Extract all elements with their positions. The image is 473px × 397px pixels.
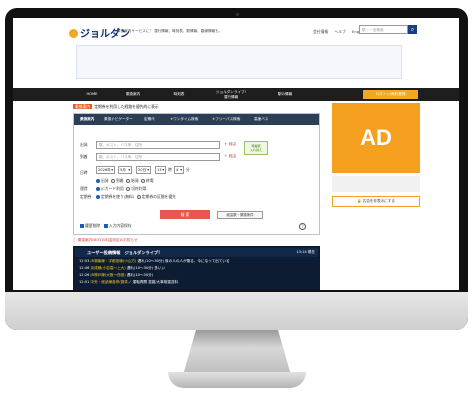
history-controls: 履歴削除 入力内容保存 [80,223,132,229]
year-select[interactable]: 2026年 [96,166,115,174]
radio-use-commuter[interactable] [96,195,100,199]
history-checkbox[interactable] [80,224,84,228]
fare-revision-link[interactable]: ⓘ 乗換案内NEXTの料金改定のお知らせ [73,238,138,243]
nav-station-info[interactable]: 駅の情報 [263,88,307,101]
site-tagline: 乗換案内サービスに！ 運行情報、時刻表、駅情報、路線情報も。 [117,29,223,33]
tab-commuter-fare[interactable]: 定期代 [144,114,155,125]
commuter-radios: 定期券を使う(無料) 定期券の区間を優先 [96,194,176,200]
news-item[interactable]: 12:26 JR神戸線(大阪～西宮) 遅れ(10～30分) [79,273,153,278]
commuter-label: 定期券 [80,194,92,199]
help-icon[interactable]: ? [299,223,306,230]
route-search-form: 乗換案内 乗換ナビゲーター 定期代 ★ワンタイム検索 ★フリーパス検索 高速バス… [73,113,320,235]
day-select[interactable]: 20日 [136,166,151,174]
search-button[interactable]: 検 索 [160,210,210,219]
to-via-link[interactable]: ＋ 経由 [224,154,236,159]
nav-timetable[interactable]: 時刻表 [159,88,199,101]
detail-conditions-button[interactable]: 経由駅・乗換条件 [217,211,263,219]
webcam [236,13,239,16]
radio-departure[interactable] [96,179,100,183]
tab-onetime[interactable]: ★ワンタイム検索 [170,114,198,125]
to-input[interactable]: 駅、ポスト、バス停、住所 [96,153,220,161]
news-time: 13:14 現在 [296,250,315,254]
to-label: 到着 [80,154,88,159]
notice-text[interactable]: 定期券を利用した経路を優先的に表示 [94,104,159,109]
notice-bar: 乗換案内 定期券を利用した経路を優先的に表示 [73,103,323,110]
radio-first-train[interactable] [126,179,131,183]
save-input-checkbox[interactable] [103,224,108,228]
news-header: ユーザー投稿情報 ジョルダンライブ! 13:14 現在 [75,248,318,257]
live-news-panel: ユーザー投稿情報 ジョルダンライブ! 13:14 現在 12:53 JR湘南線・… [73,246,320,290]
time-type-radios: 出発 到着 始発 終電 [96,178,154,184]
monitor-base [168,372,306,388]
minute-select[interactable]: 4 [174,166,184,174]
company-link[interactable]: 会社情報 [313,29,328,34]
login-button[interactable]: ログイン/無料登録 [363,90,418,99]
radio-ic-card[interactable] [96,187,100,191]
swap-stations-button[interactable]: 発着駅 入れ替え [244,141,268,155]
news-item[interactable]: 12:46 京成線(小岩高～上大) 遅れ(10～30分) 多いい [79,266,165,271]
site-search-input[interactable]: 駅・一言検索 [359,25,408,34]
search-icon[interactable]: ⌕ [408,25,417,34]
hour-unit: 時 [168,167,172,172]
news-item[interactable]: 12:01 中央・総武線各停(御茶ノ 運転再開 混雑/大事故運送料 [79,280,178,285]
tab-freepass[interactable]: ★フリーパス検索 [212,114,240,125]
from-label: 出発 [80,142,88,147]
minute-unit: 分 [186,167,190,172]
radio-last-train[interactable] [141,179,146,183]
from-via-link[interactable]: ＋ 経由 [224,142,236,147]
tab-transfer[interactable]: 乗換案内 [80,114,94,125]
radio-ticket[interactable] [126,187,131,191]
news-item[interactable]: 12:53 JR湘南線・宇都宮線(小山方) 遅れ(10～30分) 後の人の人が乗… [79,259,230,264]
notice-label: 乗換案内 [73,104,93,109]
radio-prefer-commuter[interactable] [136,195,141,199]
nav-live-info[interactable]: ジョルダンライブ! 運行情報 [205,88,257,101]
date-label: 日時 [80,170,88,175]
hide-ad-button[interactable]: 🔒 広告を非表示にする [332,196,420,207]
radio-arrival[interactable] [111,179,116,183]
fare-label: 運賃 [80,186,88,191]
from-input[interactable]: 駅、ポスト、バス停、住所 [96,141,220,149]
side-spacer [332,176,420,192]
search-tabs: 乗換案内 乗換ナビゲーター 定期代 ★ワンタイム検索 ★フリーパス検索 高速バス [74,114,319,125]
monitor-stand [183,330,291,375]
nav-transfer[interactable]: 乗換案内 [113,88,153,101]
news-title: ユーザー投稿情報 ジョルダンライブ! [87,250,161,255]
nav-home[interactable]: HOME [75,88,109,101]
help-link[interactable]: ヘルプ [334,29,345,34]
hour-select[interactable]: 13 [155,166,166,174]
top-banner [76,45,402,79]
ad-block[interactable]: AD [332,103,420,173]
logo-icon [69,29,78,38]
fare-radios: ICカード利用 切符利用 [96,186,146,192]
tab-highway-bus[interactable]: 高速バス [254,114,268,125]
tab-navigator[interactable]: 乗換ナビゲーター [104,114,133,125]
month-select[interactable]: 5月 [118,166,132,174]
monitor-chin [5,292,468,330]
browser-screen: ジョルダン 乗換案内サービスに！ 運行情報、時刻表、駅情報、路線情報も。 会社情… [13,18,459,290]
site-header: ジョルダン 乗換案内サービスに！ 運行情報、時刻表、駅情報、路線情報も。 会社情… [13,18,459,46]
